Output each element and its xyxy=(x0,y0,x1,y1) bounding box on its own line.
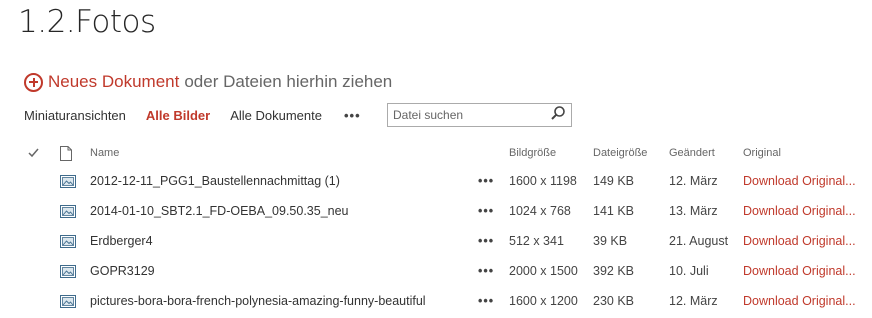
select-all-checkbox[interactable] xyxy=(28,140,42,166)
search-input[interactable] xyxy=(388,105,550,125)
more-views-button[interactable]: ••• xyxy=(344,108,361,123)
image-file-icon xyxy=(60,204,76,218)
file-size: 230 KB xyxy=(593,294,635,308)
image-file-icon xyxy=(60,294,76,308)
file-name-link[interactable]: 2012-12-11_PGG1_Baustellennachmittag (1) xyxy=(90,174,340,188)
modified-date: 21. August xyxy=(669,234,729,248)
row-menu-button[interactable]: ••• xyxy=(478,204,494,218)
download-original-link[interactable]: Download Original... xyxy=(743,234,856,248)
add-circle-icon[interactable] xyxy=(24,72,43,92)
table-row[interactable]: GOPR3129 ••• 2000 x 1500 392 KB 10. Juli… xyxy=(0,256,872,286)
document-table: Name Bildgröße Dateigröße Geändert Origi… xyxy=(0,140,872,316)
file-size: 39 KB xyxy=(593,234,628,248)
column-header-size[interactable]: Dateigröße xyxy=(593,140,647,166)
image-dimensions: 1600 x 1198 xyxy=(509,174,577,188)
drop-files-hint: oder Dateien hierhin ziehen xyxy=(184,72,393,91)
document-icon xyxy=(60,145,72,161)
modified-date: 12. März xyxy=(669,294,718,308)
image-dimensions: 2000 x 1500 xyxy=(509,264,578,278)
view-tab-alle-dokumente[interactable]: Alle Dokumente xyxy=(230,108,322,123)
table-row[interactable]: pictures-bora-bora-french-polynesia-amaz… xyxy=(0,286,872,316)
download-original-link[interactable]: Download Original... xyxy=(743,264,856,278)
modified-date: 13. März xyxy=(669,204,718,218)
image-dimensions: 512 x 341 xyxy=(509,234,564,248)
image-file-icon xyxy=(60,264,76,278)
row-menu-button[interactable]: ••• xyxy=(478,234,494,248)
table-row[interactable]: 2014-01-10_SBT2.1_FD-OEBA_09.50.35_neu •… xyxy=(0,196,872,226)
table-row[interactable]: 2012-12-11_PGG1_Baustellennachmittag (1)… xyxy=(0,166,872,196)
new-document-bar: Neues Dokument oder Dateien hierhin zieh… xyxy=(24,70,392,94)
file-name-link[interactable]: GOPR3129 xyxy=(90,264,155,278)
download-original-link[interactable]: Download Original... xyxy=(743,204,856,218)
new-document-link[interactable]: Neues Dokument xyxy=(48,72,179,92)
image-file-icon xyxy=(60,174,76,188)
view-tab-alle-bilder[interactable]: Alle Bilder xyxy=(146,108,210,123)
row-menu-button[interactable]: ••• xyxy=(478,264,494,278)
image-file-icon xyxy=(60,234,76,248)
search-icon[interactable] xyxy=(550,105,571,126)
image-dimensions: 1600 x 1200 xyxy=(509,294,578,308)
column-header-original[interactable]: Original xyxy=(743,140,781,166)
download-original-link[interactable]: Download Original... xyxy=(743,174,856,188)
file-size: 392 KB xyxy=(593,264,635,278)
column-header-modified[interactable]: Geändert xyxy=(669,140,715,166)
column-header-name[interactable]: Name xyxy=(90,140,119,166)
row-menu-button[interactable]: ••• xyxy=(478,174,494,188)
checkmark-icon xyxy=(28,148,39,158)
file-name-link[interactable]: 2014-01-10_SBT2.1_FD-OEBA_09.50.35_neu xyxy=(90,204,349,218)
image-dimensions: 1024 x 768 xyxy=(509,204,571,218)
modified-date: 12. März xyxy=(669,174,718,188)
view-tab-miniaturansichten[interactable]: Miniaturansichten xyxy=(24,108,126,123)
search-box xyxy=(387,103,572,127)
modified-date: 10. Juli xyxy=(669,264,709,278)
view-selector: Miniaturansichten Alle Bilder Alle Dokum… xyxy=(24,104,381,126)
row-menu-button[interactable]: ••• xyxy=(478,294,494,308)
column-header-dimensions[interactable]: Bildgröße xyxy=(509,140,556,166)
column-type[interactable] xyxy=(60,140,76,166)
table-header: Name Bildgröße Dateigröße Geändert Origi… xyxy=(0,140,872,166)
table-row[interactable]: Erdberger4 ••• 512 x 341 39 KB 21. Augus… xyxy=(0,226,872,256)
file-size: 149 KB xyxy=(593,174,635,188)
file-name-link[interactable]: pictures-bora-bora-french-polynesia-amaz… xyxy=(90,294,426,308)
file-name-link[interactable]: Erdberger4 xyxy=(90,234,153,248)
page-title: 1.2.Fotos xyxy=(18,4,156,40)
download-original-link[interactable]: Download Original... xyxy=(743,294,856,308)
file-size: 141 KB xyxy=(593,204,635,218)
